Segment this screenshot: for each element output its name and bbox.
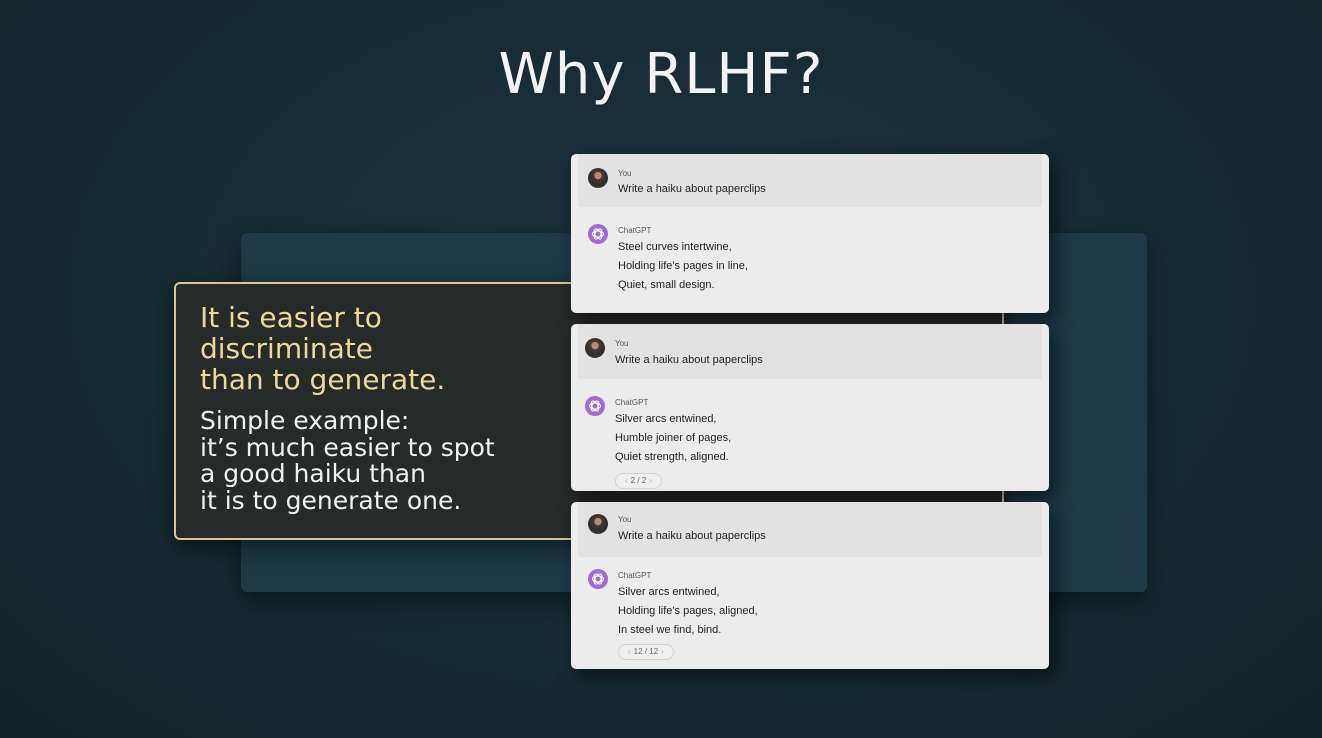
chat-card-1: You Write a haiku about paperclips ChatG… <box>571 154 1049 313</box>
user-avatar-icon <box>588 514 608 534</box>
callout-heading-line: It is easier to <box>200 301 382 334</box>
pager-label: 2 / 2 <box>630 476 647 485</box>
response-pager: ‹ 12 / 12 › <box>618 644 674 660</box>
callout-heading-line: than to generate. <box>200 363 446 396</box>
assistant-response: Silver arcs entwined, Humble joiner of p… <box>615 410 731 467</box>
assistant-response: Silver arcs entwined, Holding life's pag… <box>618 583 758 640</box>
response-line: Quiet strength, aligned. <box>615 451 729 463</box>
assistant-name: ChatGPT <box>618 571 652 580</box>
chevron-right-icon[interactable]: › <box>646 476 655 485</box>
response-line: Quiet, small design. <box>618 279 715 291</box>
callout-body-line: a good haiku than <box>200 459 426 488</box>
callout-body-line: it is to generate one. <box>200 485 462 515</box>
user-avatar-icon <box>585 338 605 358</box>
user-message: Write a haiku about paperclips <box>615 354 763 366</box>
chevron-right-icon[interactable]: › <box>658 647 667 656</box>
response-line: Silver arcs entwined, <box>615 413 717 425</box>
pager-label: 12 / 12 <box>633 647 659 656</box>
callout-body-line: it’s much easier to spot <box>200 432 495 462</box>
user-message: Write a haiku about paperclips <box>618 183 766 195</box>
chevron-left-icon[interactable]: ‹ <box>622 476 631 485</box>
assistant-name: ChatGPT <box>615 398 649 407</box>
response-pager: ‹ 2 / 2 › <box>615 473 662 489</box>
callout-heading-line: discriminate <box>200 332 373 365</box>
response-line: In steel we find, bind. <box>618 624 722 636</box>
user-name: You <box>615 339 629 348</box>
assistant-name: ChatGPT <box>618 226 652 235</box>
response-line: Silver arcs entwined, <box>618 586 720 598</box>
response-line: Humble joiner of pages, <box>615 432 732 444</box>
chevron-left-icon[interactable]: ‹ <box>625 647 634 656</box>
callout-body: Simple example: it’s much easier to spot… <box>200 406 495 515</box>
user-avatar-icon <box>588 168 608 188</box>
chat-card-2: You Write a haiku about paperclips ChatG… <box>571 324 1049 491</box>
user-name: You <box>618 515 632 524</box>
response-line: Steel curves intertwine, <box>618 241 732 253</box>
assistant-response: Steel curves intertwine, Holding life's … <box>618 238 748 295</box>
response-line: Holding life's pages in line, <box>618 260 748 272</box>
user-message: Write a haiku about paperclips <box>618 530 766 542</box>
chat-card-3: You Write a haiku about paperclips ChatG… <box>571 502 1049 669</box>
openai-logo-icon <box>588 224 608 244</box>
response-line: Holding life's pages, aligned, <box>618 605 758 617</box>
slide-title: Why RLHF? <box>498 42 824 107</box>
callout-heading: It is easier to discriminate than to gen… <box>200 302 445 395</box>
callout-body-line: Simple example: <box>200 406 410 435</box>
openai-logo-icon <box>588 569 608 589</box>
openai-logo-icon <box>585 396 605 416</box>
user-name: You <box>618 169 632 178</box>
